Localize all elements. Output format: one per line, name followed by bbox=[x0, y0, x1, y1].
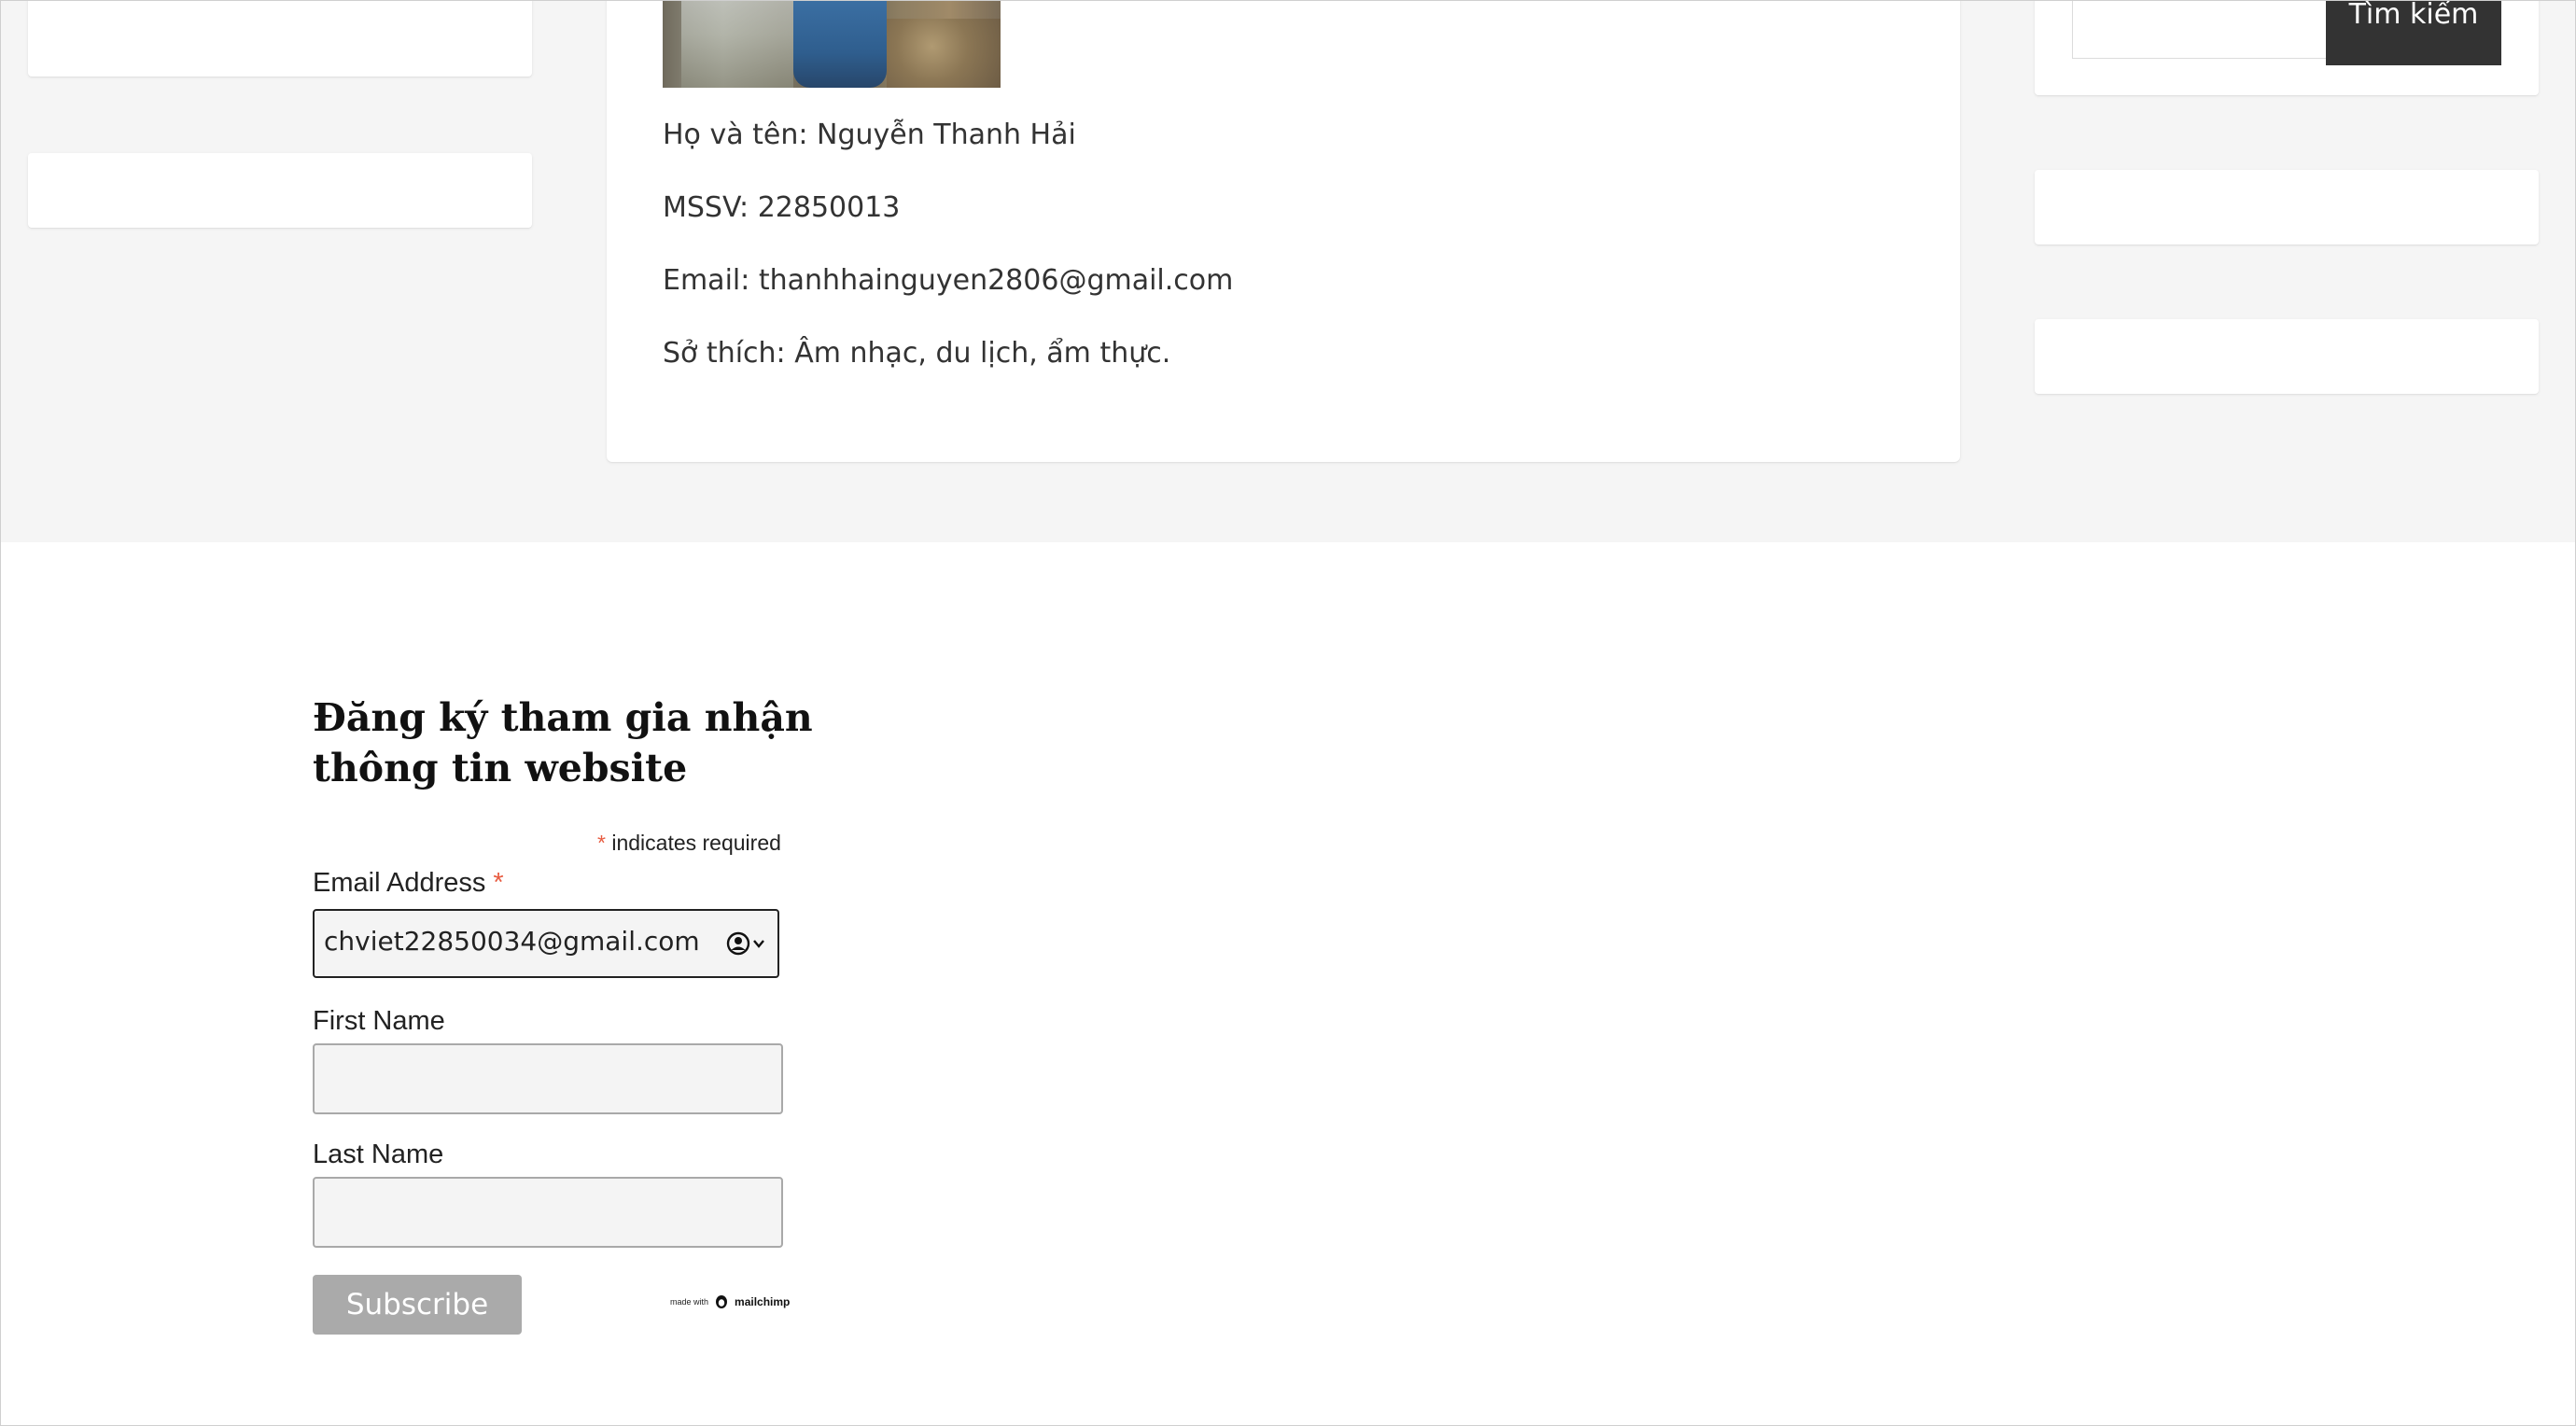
first-name-field[interactable] bbox=[313, 1043, 783, 1114]
signup-title-line-2: thông tin website bbox=[313, 746, 688, 790]
email-field[interactable]: chviet22850034@gmail.com bbox=[313, 909, 779, 978]
email-label: Email Address * bbox=[313, 868, 504, 899]
email-field-value: chviet22850034@gmail.com bbox=[324, 926, 700, 957]
photo-person bbox=[793, 0, 887, 88]
profile-photo bbox=[663, 0, 1001, 88]
profile-email: Email: thanhhainguyen2806@gmail.com bbox=[663, 264, 1234, 297]
last-name-label: Last Name bbox=[313, 1139, 444, 1169]
mailchimp-badge-made-with: made with bbox=[670, 1297, 709, 1307]
email-label-text: Email Address bbox=[313, 868, 486, 898]
required-note-text: indicates required bbox=[611, 831, 781, 855]
email-required-star: * bbox=[493, 868, 504, 898]
mailchimp-badge-brand: mailchimp bbox=[735, 1295, 791, 1308]
search-input[interactable] bbox=[2072, 0, 2331, 59]
profile-student-id: MSSV: 22850013 bbox=[663, 191, 901, 224]
signup-title-line-1: Đăng ký tham gia nhận bbox=[313, 695, 813, 740]
right-sidebar-widget bbox=[2035, 170, 2539, 245]
search-button-label: Tìm kiếm bbox=[2348, 0, 2479, 31]
right-sidebar-widget bbox=[2035, 319, 2539, 394]
contact-card-autofill-icon[interactable] bbox=[723, 930, 770, 958]
subscribe-button-label: Subscribe bbox=[345, 1288, 489, 1321]
first-name-label: First Name bbox=[313, 1006, 445, 1036]
search-button[interactable]: Tìm kiếm bbox=[2326, 0, 2501, 65]
last-name-field[interactable] bbox=[313, 1177, 783, 1248]
profile-name: Họ và tên: Nguyễn Thanh Hải bbox=[663, 119, 1076, 151]
profile-hobbies: Sở thích: Âm nhạc, du lịch, ẩm thực. bbox=[663, 337, 1171, 370]
signup-form-title: Đăng ký tham gia nhận thông tin website bbox=[313, 692, 835, 793]
left-sidebar-widget bbox=[28, 153, 532, 228]
mailchimp-badge[interactable]: made with mailchimp bbox=[670, 1291, 790, 1313]
photo-waterfall bbox=[681, 0, 793, 88]
left-sidebar-widget bbox=[28, 0, 532, 77]
required-star: * bbox=[597, 831, 606, 855]
subscribe-button[interactable]: Subscribe bbox=[313, 1275, 522, 1335]
photo-rocks bbox=[887, 19, 1001, 88]
required-note: * indicates required bbox=[597, 831, 781, 856]
mailchimp-logo-icon bbox=[716, 1295, 728, 1308]
